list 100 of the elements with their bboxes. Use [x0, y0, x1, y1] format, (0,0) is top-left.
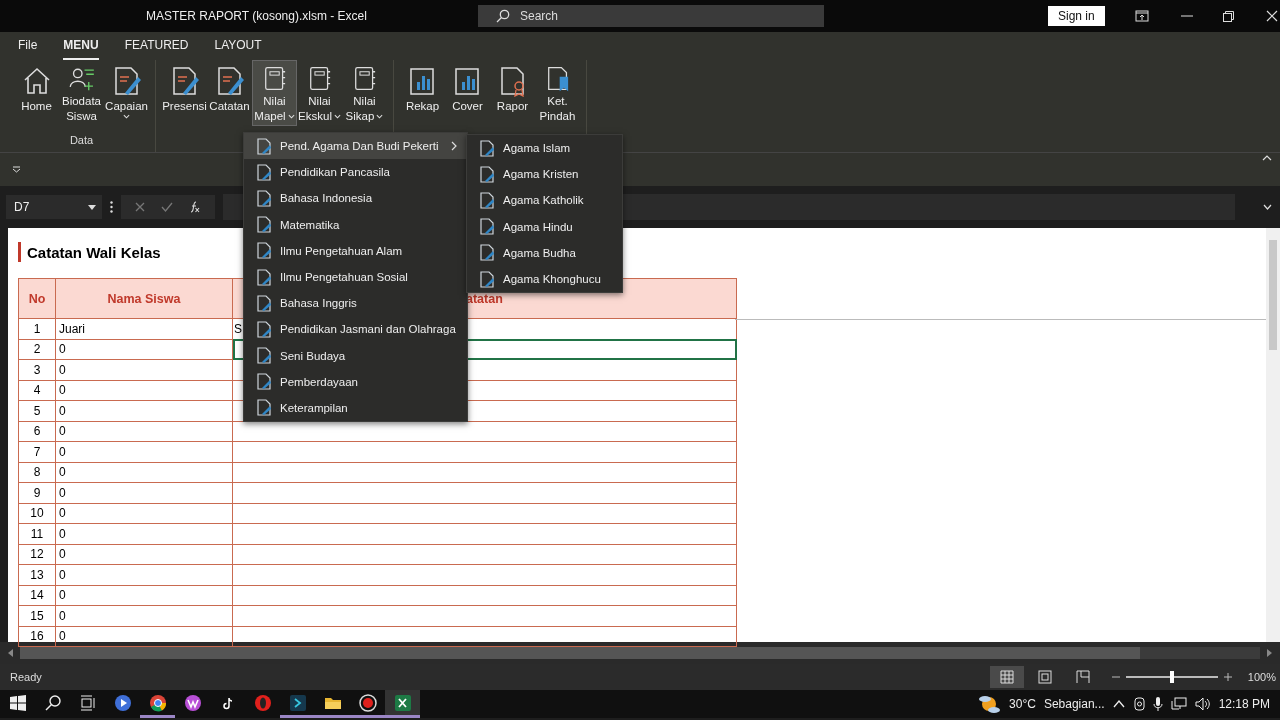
horizontal-scrollbar[interactable] — [20, 647, 1260, 659]
document-icon — [479, 218, 495, 236]
menu-item[interactable]: Ilmu Pengetahuan Alam — [244, 237, 467, 264]
table-cell: 0 — [55, 441, 233, 462]
ribbon-tab[interactable]: FEATURED — [124, 38, 189, 60]
table-cell: 0 — [55, 544, 233, 565]
document-icon — [256, 320, 272, 338]
name-box[interactable]: D7 — [6, 195, 102, 219]
document-icon — [256, 294, 272, 312]
table-cell: 11 — [18, 523, 56, 544]
normal-view-button[interactable] — [989, 666, 1024, 688]
function-icon[interactable] — [189, 201, 201, 213]
zoom-in-icon[interactable] — [1223, 673, 1232, 681]
volume-icon[interactable] — [1194, 697, 1211, 711]
ribbon-tab[interactable]: LAYOUT — [214, 38, 262, 60]
excel-app-icon[interactable] — [385, 690, 420, 718]
menu-item[interactable]: Seni Budaya — [244, 342, 467, 369]
minimize-icon[interactable] — [1180, 15, 1193, 17]
chevron-up-icon[interactable] — [1112, 700, 1125, 708]
clock-text: 12:18 PM — [1218, 697, 1270, 711]
table-cell: 6 — [18, 421, 56, 442]
document-icon — [256, 216, 272, 234]
table-cell: 0 — [55, 380, 233, 401]
document-icon — [479, 139, 495, 157]
caret-icon — [376, 114, 384, 119]
ribbon-button[interactable]: Capaian — [104, 60, 149, 126]
submenu-item[interactable]: Agama Kristen — [467, 161, 622, 188]
ribbon-button[interactable]: Rapor — [490, 60, 535, 126]
microphone-icon[interactable] — [1152, 697, 1163, 711]
ribbon-button[interactable]: Home — [14, 60, 59, 126]
scroll-right-icon[interactable] — [1266, 649, 1272, 657]
ribbon-button[interactable]: Rekap — [400, 60, 445, 126]
selected-cell[interactable] — [232, 339, 737, 360]
ribbon-tab[interactable]: File — [18, 38, 38, 60]
caret-icon — [123, 114, 130, 119]
ribbon-button[interactable]: Ket. Pindah — [535, 60, 580, 126]
ribbon-display-icon[interactable] — [1134, 10, 1149, 22]
more-icon[interactable] — [110, 201, 113, 213]
search-field[interactable]: Search — [478, 5, 824, 27]
table-cell[interactable] — [232, 462, 737, 483]
ribbon-button[interactable]: Presensi — [162, 60, 207, 126]
table-cell[interactable] — [232, 585, 737, 606]
table-cell: 0 — [55, 503, 233, 524]
submenu-item[interactable]: Agama Islam — [467, 135, 622, 162]
table-cell: 14 — [18, 585, 56, 606]
ribbon-button[interactable]: Cover — [445, 60, 490, 126]
restore-icon[interactable] — [1222, 10, 1234, 22]
menu-item[interactable]: Bahasa Indonesia — [244, 185, 467, 212]
caret-icon — [333, 114, 341, 119]
window-title: MASTER RAPORT (kosong).xlsm - Excel — [146, 9, 368, 23]
cancel-icon[interactable] — [135, 202, 145, 212]
temperature-text: 30°C — [1009, 697, 1036, 711]
table-cell[interactable] — [232, 564, 737, 585]
column-header: No — [18, 278, 56, 319]
menu-item[interactable]: Pend. Agama Dan Budi Pekerti — [244, 133, 467, 160]
table-cell[interactable] — [232, 482, 737, 503]
page-break-icon — [1074, 669, 1091, 685]
dropdown-icon — [88, 204, 96, 210]
table-cell: 1 — [18, 318, 56, 339]
customize-toolbar-icon[interactable] — [12, 166, 21, 173]
submenu-item[interactable]: Agama Katholik — [467, 187, 622, 214]
expand-icon[interactable] — [1263, 204, 1272, 210]
search-icon — [496, 9, 510, 23]
weather-text: Sebagian... — [1043, 697, 1105, 711]
caret-icon — [287, 114, 295, 119]
table-cell[interactable] — [232, 523, 737, 544]
menu-item[interactable]: Pendidikan Pancasila — [244, 159, 467, 186]
table-cell: 12 — [18, 544, 56, 565]
menu-item[interactable]: Keterampilan — [244, 394, 467, 422]
table-cell: 9 — [18, 482, 56, 503]
document-icon — [256, 242, 272, 260]
ribbon-button[interactable]: Nilai Sikap — [342, 60, 387, 126]
close-icon[interactable] — [1265, 10, 1278, 22]
table-cell[interactable] — [232, 503, 737, 524]
table-cell: 0 — [55, 462, 233, 483]
menu-item[interactable]: Bahasa Inggris — [244, 290, 467, 317]
submenu-item[interactable]: Agama Budha — [467, 239, 622, 266]
camera-icon[interactable] — [1132, 697, 1145, 711]
sign-in-button[interactable]: Sign in — [1048, 6, 1105, 26]
document-icon — [479, 270, 495, 288]
submenu-item[interactable]: Agama Hindu — [467, 213, 622, 240]
document-icon — [256, 137, 272, 155]
ribbon-button[interactable]: Biodata Siswa — [59, 60, 104, 126]
zoom-level[interactable]: 100% — [1247, 671, 1276, 683]
menu-item[interactable]: Matematika — [244, 211, 467, 238]
vertical-scrollbar[interactable] — [1266, 228, 1280, 642]
column-header: Nama Siswa — [55, 278, 233, 319]
ribbon-button[interactable]: Catatan — [207, 60, 252, 126]
network-icon[interactable] — [1170, 697, 1187, 711]
table-cell[interactable] — [232, 605, 737, 626]
ribbon-button[interactable]: Nilai Mapel — [252, 60, 297, 126]
table-cell[interactable] — [232, 544, 737, 565]
scroll-left-icon[interactable] — [8, 649, 14, 657]
check-icon[interactable] — [161, 202, 173, 212]
collapse-ribbon-icon[interactable] — [1262, 154, 1272, 161]
table-cell: 0 — [55, 605, 233, 626]
table-cell: 2 — [18, 339, 56, 360]
ribbon-button[interactable]: Nilai Ekskul — [297, 60, 342, 126]
menu-item[interactable]: Pemberdayaan — [244, 368, 467, 395]
table-cell[interactable] — [232, 441, 737, 462]
